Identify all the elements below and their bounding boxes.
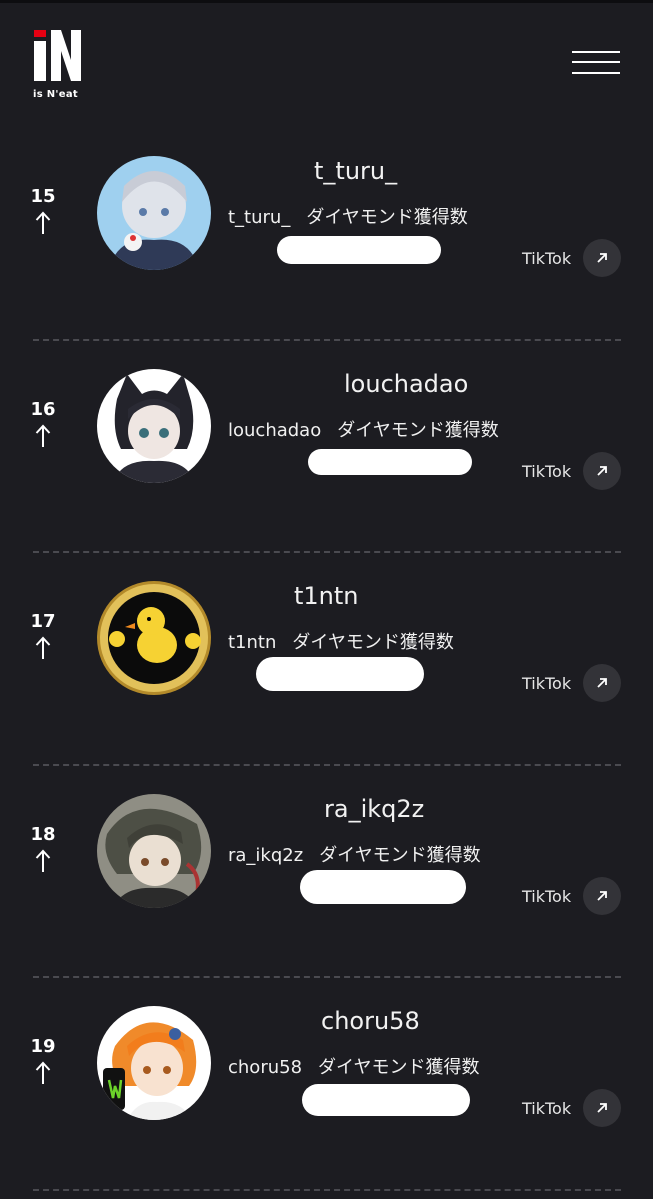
- creator-name: ra_ikq2z: [324, 794, 425, 823]
- external-link-arrow-icon[interactable]: [583, 664, 621, 702]
- rank-number: 16: [30, 398, 56, 420]
- arrow-up-icon: [35, 424, 51, 447]
- logo-mark: [34, 30, 81, 81]
- redacted-value: [308, 448, 472, 475]
- creator-metric-line: t_turu_ ダイヤモンド獲得数: [228, 203, 468, 229]
- platform-label[interactable]: TikTok: [522, 241, 571, 277]
- platform-label[interactable]: TikTok: [522, 454, 571, 490]
- avatar-image: [97, 581, 211, 695]
- metric-label: ダイヤモンド獲得数: [306, 207, 468, 228]
- redacted-value: [302, 1084, 470, 1116]
- creator-metric-line: louchadao ダイヤモンド獲得数: [228, 416, 499, 442]
- creator-metric-line: ra_ikq2z ダイヤモンド獲得数: [228, 841, 481, 867]
- rank-indicator: 18: [30, 823, 56, 873]
- ranking-row: 16 louchadao louchadao ダイヤモンド獲得数 TikTok: [0, 341, 653, 553]
- creator-name: louchadao: [344, 369, 469, 398]
- creator-account: ra_ikq2z: [228, 844, 304, 866]
- ranking-row: 19 choru58 choru58 ダイヤモンド獲得数 TikTok: [0, 978, 653, 1191]
- redacted-value: [300, 869, 466, 904]
- ranking-row: 17 t1ntn t1ntn ダイヤモンド獲得数 TikTok: [0, 553, 653, 766]
- creator-name: t_turu_: [314, 157, 398, 185]
- rank-number: 19: [30, 1036, 56, 1057]
- platform-label[interactable]: TikTok: [522, 879, 571, 915]
- avatar-image: [97, 1006, 211, 1120]
- arrow-up-icon: [35, 1061, 51, 1084]
- creator-account: t_turu_: [228, 207, 291, 228]
- avatar[interactable]: [97, 368, 211, 483]
- avatar-image: [97, 368, 211, 483]
- creator-name: t1ntn: [294, 582, 359, 610]
- creator-metric-line: choru58 ダイヤモンド獲得数: [228, 1053, 480, 1079]
- logo-caption: is N'eat: [33, 89, 79, 100]
- creator-account: t1ntn: [228, 632, 277, 653]
- metric-label: ダイヤモンド獲得数: [318, 1057, 480, 1078]
- creator-metric-line: t1ntn ダイヤモンド獲得数: [228, 628, 454, 654]
- redacted-value: [277, 236, 441, 264]
- rank-indicator: 19: [30, 1037, 56, 1085]
- external-link-arrow-icon[interactable]: [583, 239, 621, 277]
- external-link-arrow-icon[interactable]: [583, 451, 621, 490]
- external-link-arrow-icon[interactable]: [583, 876, 621, 915]
- avatar[interactable]: [97, 1006, 211, 1120]
- top-border: [0, 0, 653, 3]
- avatar[interactable]: [97, 793, 211, 908]
- metric-label: ダイヤモンド獲得数: [319, 844, 481, 866]
- avatar-image: [97, 156, 211, 270]
- redacted-value: [256, 657, 424, 691]
- metric-label: ダイヤモンド獲得数: [292, 632, 454, 653]
- creator-name: choru58: [321, 1007, 420, 1035]
- arrow-up-icon: [35, 211, 51, 234]
- avatar-image: [97, 793, 211, 908]
- ranking-list: 15 t_turu_ t_turu_ ダイヤモンド獲得数 TikTok 16 l…: [0, 128, 653, 1191]
- rank-number: 18: [30, 823, 56, 845]
- metric-label: ダイヤモンド獲得数: [337, 419, 499, 441]
- creator-account: choru58: [228, 1057, 303, 1078]
- site-logo[interactable]: is N'eat: [30, 28, 86, 102]
- creator-account: louchadao: [228, 419, 322, 441]
- avatar[interactable]: [97, 581, 211, 695]
- external-link-arrow-icon[interactable]: [583, 1089, 621, 1127]
- row-divider: [33, 1188, 621, 1191]
- rank-number: 15: [30, 186, 56, 207]
- avatar[interactable]: [97, 156, 211, 270]
- rank-number: 17: [30, 611, 56, 632]
- ranking-row: 18 ra_ikq2z ra_ikq2z ダイヤモンド獲得数 TikTok: [0, 766, 653, 978]
- hamburger-menu-icon[interactable]: [568, 48, 622, 78]
- arrow-up-icon: [35, 849, 51, 872]
- platform-label[interactable]: TikTok: [522, 666, 571, 702]
- ranking-row: 15 t_turu_ t_turu_ ダイヤモンド獲得数 TikTok: [0, 128, 653, 341]
- rank-indicator: 16: [30, 398, 56, 448]
- arrow-up-icon: [35, 636, 51, 659]
- rank-indicator: 17: [30, 612, 56, 660]
- rank-indicator: 15: [30, 187, 56, 235]
- platform-label[interactable]: TikTok: [522, 1091, 571, 1127]
